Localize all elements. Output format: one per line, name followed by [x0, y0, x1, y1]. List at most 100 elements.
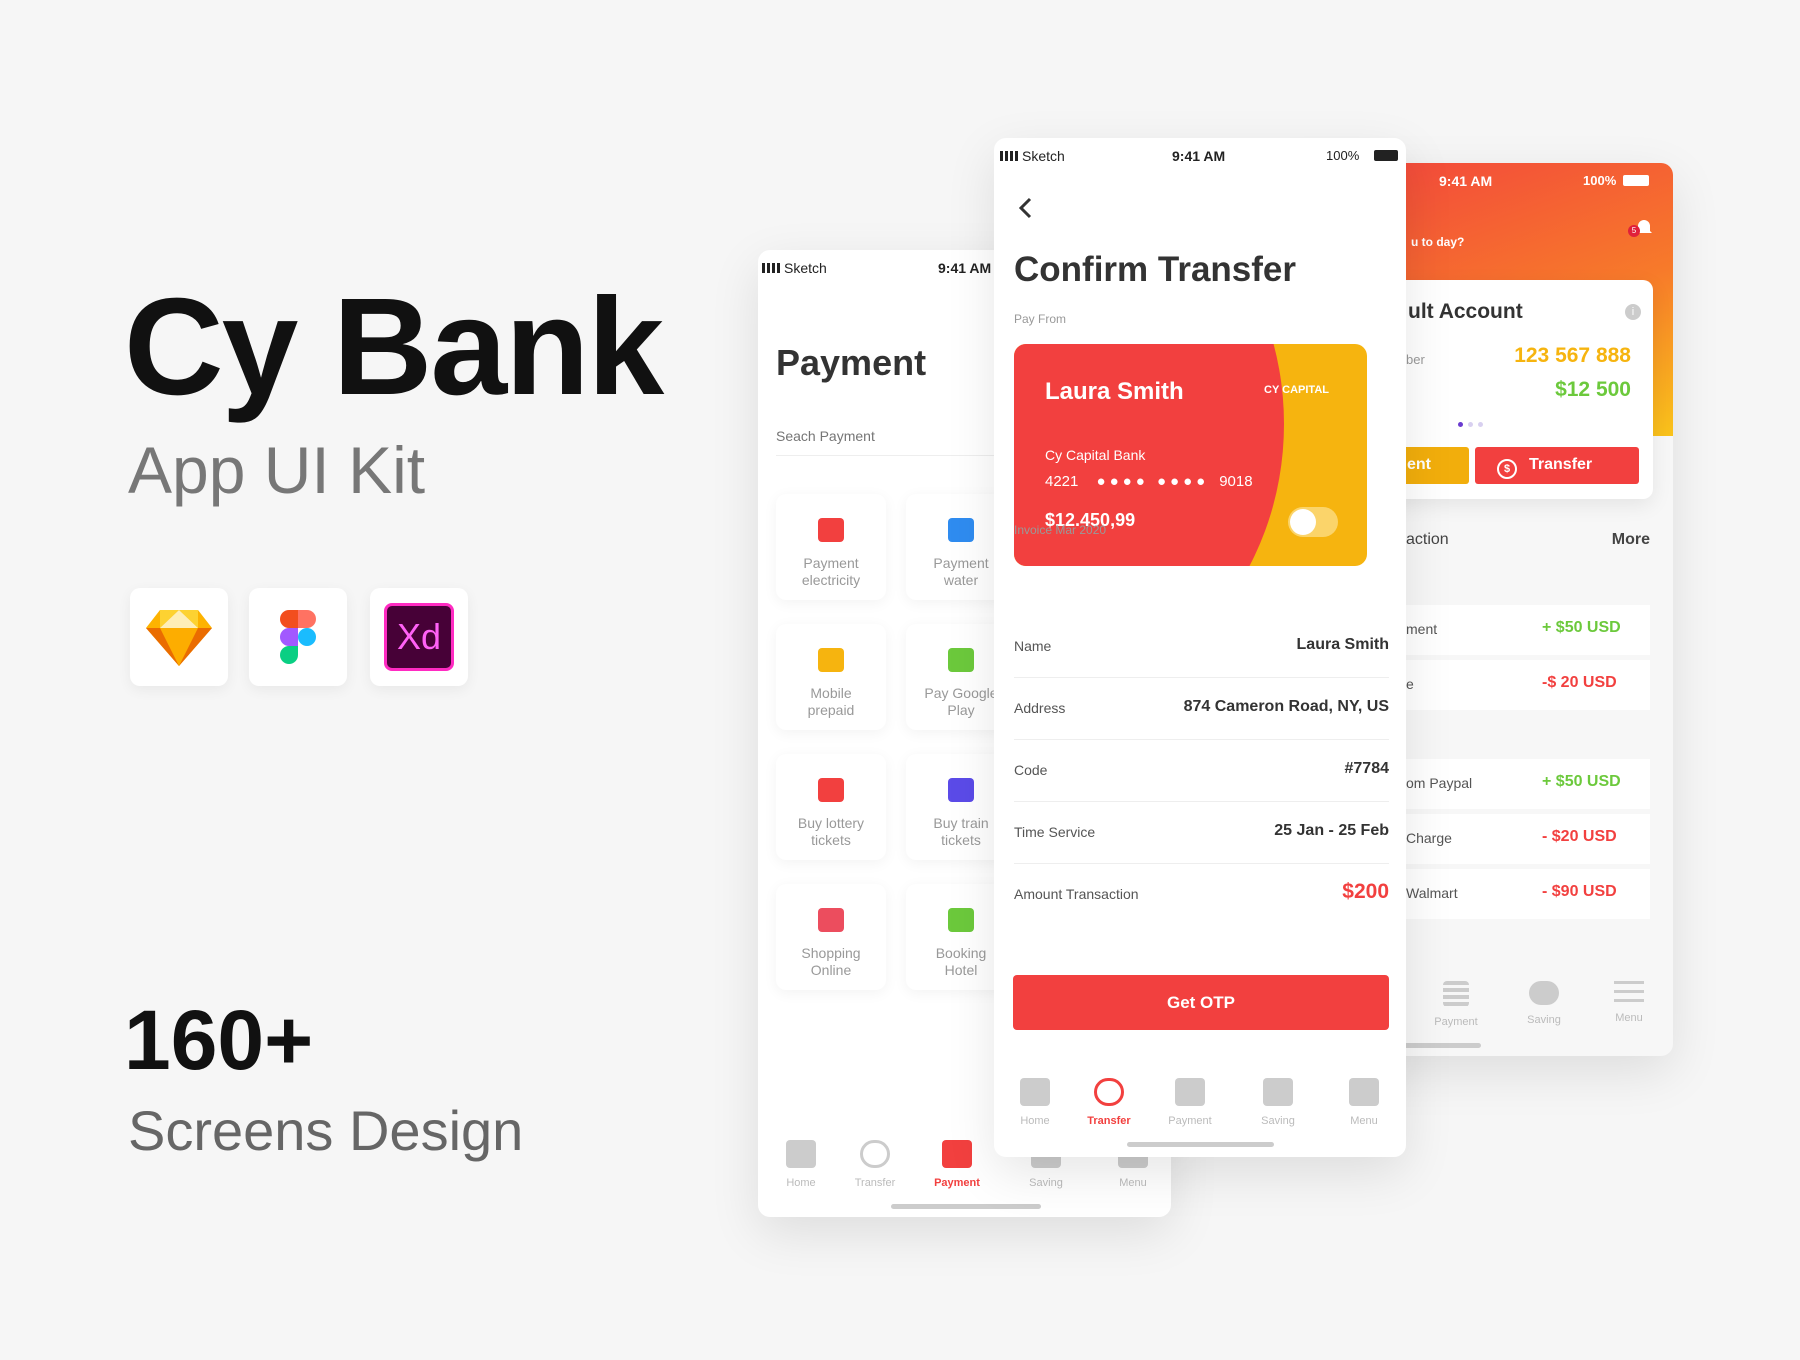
- card-number: 4221 ●●●● ●●●● 9018: [1045, 473, 1253, 490]
- home-indicator: [891, 1204, 1041, 1209]
- transaction-row[interactable]: om Paypal + $50 USD: [1391, 759, 1650, 809]
- detail-value: #7784: [1344, 760, 1390, 777]
- coins-icon: [942, 1140, 972, 1168]
- tab-payment[interactable]: Payment: [922, 1140, 992, 1189]
- transaction-label: ment: [1406, 621, 1438, 637]
- more-link[interactable]: More: [1612, 531, 1650, 549]
- tab-home[interactable]: Home: [1000, 1078, 1070, 1127]
- confirm-transfer-screen: Sketch 9:41 AM 100% Confirm Transfer Pay…: [994, 138, 1406, 1157]
- detail-row: Code #7784: [1014, 740, 1389, 802]
- tab-transfer[interactable]: Transfer: [840, 1140, 910, 1189]
- screen-count-label: Screens Design: [128, 1099, 524, 1162]
- account-title: ult Account: [1408, 300, 1523, 323]
- hotel-icon: [948, 908, 974, 932]
- battery-icon: [1374, 150, 1398, 161]
- home-icon: [1020, 1078, 1050, 1106]
- home-icon: [786, 1140, 816, 1168]
- water-drop-icon: [948, 518, 974, 542]
- detail-row: Time Service 25 Jan - 25 Feb: [1014, 802, 1389, 864]
- account-balance: $12 500: [1555, 378, 1631, 401]
- tab-label: Home: [786, 1177, 816, 1189]
- coins-icon: [1175, 1078, 1205, 1106]
- detail-row: Name Laura Smith: [1014, 616, 1389, 678]
- status-time: 9:41 AM: [1439, 173, 1493, 189]
- status-carrier: Sketch: [784, 260, 827, 276]
- tab-saving[interactable]: Saving: [1243, 1078, 1313, 1127]
- google-play-icon: [948, 648, 974, 672]
- brand-title: Cy Bank: [124, 270, 664, 424]
- tab-label: Payment: [1168, 1115, 1212, 1127]
- plug-icon: [818, 518, 844, 542]
- tile-label: tickets: [811, 832, 851, 848]
- tab-label: Saving: [1029, 1177, 1063, 1189]
- brand-subtitle: App UI Kit: [128, 433, 426, 507]
- tile-label: Payment: [803, 555, 859, 571]
- piggy-bank-icon: [1263, 1078, 1293, 1106]
- account-number-label: ber: [1406, 352, 1425, 367]
- card-toggle[interactable]: [1288, 507, 1338, 537]
- back-button[interactable]: [1014, 196, 1038, 220]
- card-holder: Laura Smith: [1045, 378, 1184, 405]
- detail-value: 874 Cameron Road, NY, US: [1183, 698, 1389, 715]
- tile-label: Buy lottery: [797, 815, 865, 831]
- transaction-row[interactable]: Walmart - $90 USD: [1391, 869, 1650, 919]
- transfer-button-label: Transfer: [1529, 456, 1593, 473]
- page-title: Payment: [776, 342, 927, 383]
- transaction-row[interactable]: e -$ 20 USD: [1391, 660, 1650, 710]
- detail-row: Amount Transaction $200: [1014, 864, 1389, 926]
- section-title: action: [1406, 531, 1449, 548]
- transaction-row[interactable]: ment + $50 USD: [1391, 605, 1650, 655]
- notification-badge: 5: [1628, 225, 1640, 237]
- tab-label: Transfer: [854, 1177, 896, 1189]
- transaction-row[interactable]: Charge - $20 USD: [1391, 814, 1650, 864]
- payment-tile[interactable]: Mobile prepaid: [776, 624, 886, 730]
- tab-label: Menu: [1119, 1177, 1147, 1189]
- tile-label: prepaid: [807, 702, 855, 718]
- home-indicator: [1127, 1142, 1274, 1147]
- payment-tile[interactable]: Buy lottery tickets: [776, 754, 886, 860]
- detail-label: Amount Transaction: [1014, 886, 1139, 902]
- page-title: Confirm Transfer: [1014, 250, 1296, 289]
- info-icon[interactable]: i: [1625, 304, 1641, 320]
- detail-row: Address 874 Cameron Road, NY, US: [1014, 678, 1389, 740]
- xd-icon: Xd: [370, 588, 468, 686]
- tab-saving[interactable]: Saving: [1509, 981, 1579, 1026]
- menu-icon: [1614, 981, 1644, 1003]
- ticket-icon: [818, 778, 844, 802]
- transfer-icon: [860, 1140, 890, 1168]
- tab-menu[interactable]: Menu: [1329, 1078, 1399, 1127]
- payment-tile[interactable]: Shopping Online: [776, 884, 886, 990]
- tab-label: Home: [1020, 1115, 1050, 1127]
- tab-transfer[interactable]: Transfer: [1074, 1078, 1144, 1127]
- battery-icon: [1623, 175, 1649, 186]
- invoice-label: Invoice Mar 2020: [1014, 523, 1107, 537]
- bell-icon[interactable]: 5: [1628, 217, 1654, 237]
- tile-label: Shopping: [801, 945, 861, 961]
- transaction-amount: - $20 USD: [1542, 828, 1617, 845]
- carousel-dots[interactable]: [1458, 414, 1483, 432]
- dollar-phone-icon: [818, 648, 844, 672]
- card-brand: CY CAPITAL: [1264, 384, 1329, 396]
- tab-label: Payment: [934, 1177, 980, 1189]
- card-bank: Cy Capital Bank: [1045, 447, 1146, 463]
- detail-value: $200: [1342, 880, 1389, 903]
- tab-home[interactable]: Home: [766, 1140, 836, 1189]
- coins-icon: [1443, 981, 1469, 1007]
- tab-payment[interactable]: Payment: [1155, 1078, 1225, 1127]
- tile-label: Mobile: [810, 685, 852, 701]
- transfer-button[interactable]: $ Transfer: [1475, 447, 1639, 484]
- get-otp-button[interactable]: Get OTP: [1013, 975, 1389, 1030]
- account-number: 123 567 888: [1514, 344, 1631, 367]
- transaction-amount: - $90 USD: [1542, 883, 1617, 900]
- tab-payment[interactable]: Payment: [1421, 981, 1491, 1028]
- menu-icon: [1349, 1078, 1379, 1106]
- transfer-icon: $: [1497, 459, 1517, 479]
- sketch-icon: [130, 588, 228, 686]
- greeting: u to day?: [1411, 235, 1465, 249]
- tab-menu[interactable]: Menu: [1594, 981, 1664, 1024]
- detail-label: Code: [1014, 762, 1048, 778]
- payment-tile[interactable]: Payment electricity: [776, 494, 886, 600]
- transaction-amount: + $50 USD: [1542, 773, 1621, 790]
- status-battery: 100%: [1326, 148, 1360, 163]
- transfer-icon: [1094, 1078, 1124, 1106]
